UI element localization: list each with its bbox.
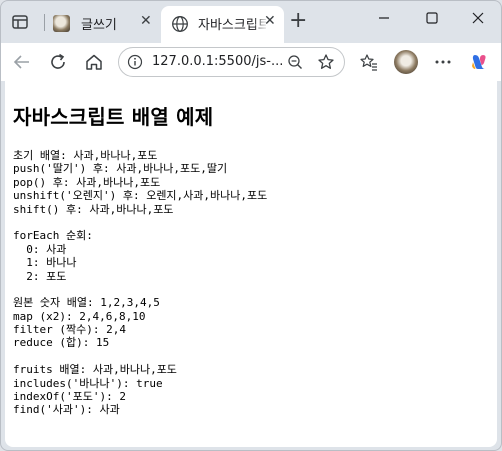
tab-favicon — [53, 15, 70, 32]
output-line: filter (짝수): 2,4 — [13, 323, 126, 337]
toolbar: 127.0.0.1:5500/js-... — [1, 43, 501, 81]
output-line: fruits 배열: 사과,바나나,포도 — [13, 363, 177, 377]
zoom-out-icon[interactable] — [287, 54, 303, 70]
output-line: includes('바나나'): true — [13, 376, 163, 390]
tab-close-icon[interactable]: ✕ — [140, 13, 152, 29]
url-text[interactable]: 127.0.0.1:5500/js-... — [152, 54, 283, 69]
new-tab-icon[interactable]: + — [289, 9, 307, 33]
output-line: find('사과'): 사과 — [13, 403, 120, 417]
output-line: 초기 배열: 사과,바나나,포도 — [13, 149, 158, 162]
tab-title: 글쓰기 — [81, 18, 117, 33]
output-line: push('딸기') 후: 사과,바나나,포도,딸기 — [13, 162, 228, 176]
minimize-icon[interactable] — [377, 10, 391, 29]
output-line: 2: 포도 — [13, 269, 67, 283]
output-line: reduce (합): 15 — [13, 336, 110, 350]
site-info-icon[interactable] — [127, 54, 143, 70]
tab-separator — [44, 14, 45, 31]
output-line: map (x2): 2,4,6,8,10 — [13, 309, 146, 323]
tab-close-icon[interactable]: ✕ — [264, 13, 276, 29]
reload-icon[interactable] — [47, 51, 69, 73]
output-log: 초기 배열: 사과,바나나,포도 push('딸기') 후: 사과,바나나,포도,… — [13, 149, 267, 417]
address-bar[interactable]: 127.0.0.1:5500/js-... — [118, 47, 345, 77]
browser-window: 글쓰기 ✕ 자바스크립트 ✕ + 127.0.0.1:5500/js-... 자… — [0, 0, 502, 451]
back-arrow-icon[interactable] — [11, 51, 33, 73]
globe-icon — [171, 15, 189, 33]
favorites-icon[interactable] — [359, 52, 379, 72]
workspaces-icon[interactable] — [10, 12, 30, 32]
copilot-icon[interactable] — [469, 52, 489, 72]
output-line: indexOf('포도'): 2 — [13, 390, 126, 404]
tab-write[interactable]: 글쓰기 ✕ — [47, 7, 163, 39]
bookmark-star-icon[interactable] — [317, 53, 335, 71]
close-window-icon[interactable] — [471, 10, 485, 29]
tab-javascript-active[interactable]: 자바스크립트 ✕ — [161, 6, 284, 43]
output-line: 원본 숫자 배열: 1,2,3,4,5 — [13, 296, 160, 310]
output-line: pop() 후: 사과,바나나,포도 — [13, 175, 161, 189]
page-content: 자바스크립트 배열 예제 초기 배열: 사과,바나나,포도 push('딸기') … — [5, 81, 497, 447]
home-icon[interactable] — [83, 51, 105, 73]
output-line: 1: 바나나 — [13, 256, 77, 270]
page-title: 자바스크립트 배열 예제 — [13, 105, 214, 129]
output-line: forEach 순회: — [13, 229, 93, 243]
output-line: shift() 후: 사과,바나나,포도 — [13, 202, 174, 216]
output-line: unshift('오렌지') 후: 오렌지,사과,바나나,포도 — [13, 189, 268, 203]
output-line: 0: 사과 — [13, 242, 67, 256]
tab-strip: 글쓰기 ✕ 자바스크립트 ✕ + — [1, 1, 501, 43]
profile-avatar[interactable] — [394, 50, 418, 74]
maximize-icon[interactable] — [425, 10, 439, 29]
more-menu-icon[interactable] — [433, 52, 453, 72]
